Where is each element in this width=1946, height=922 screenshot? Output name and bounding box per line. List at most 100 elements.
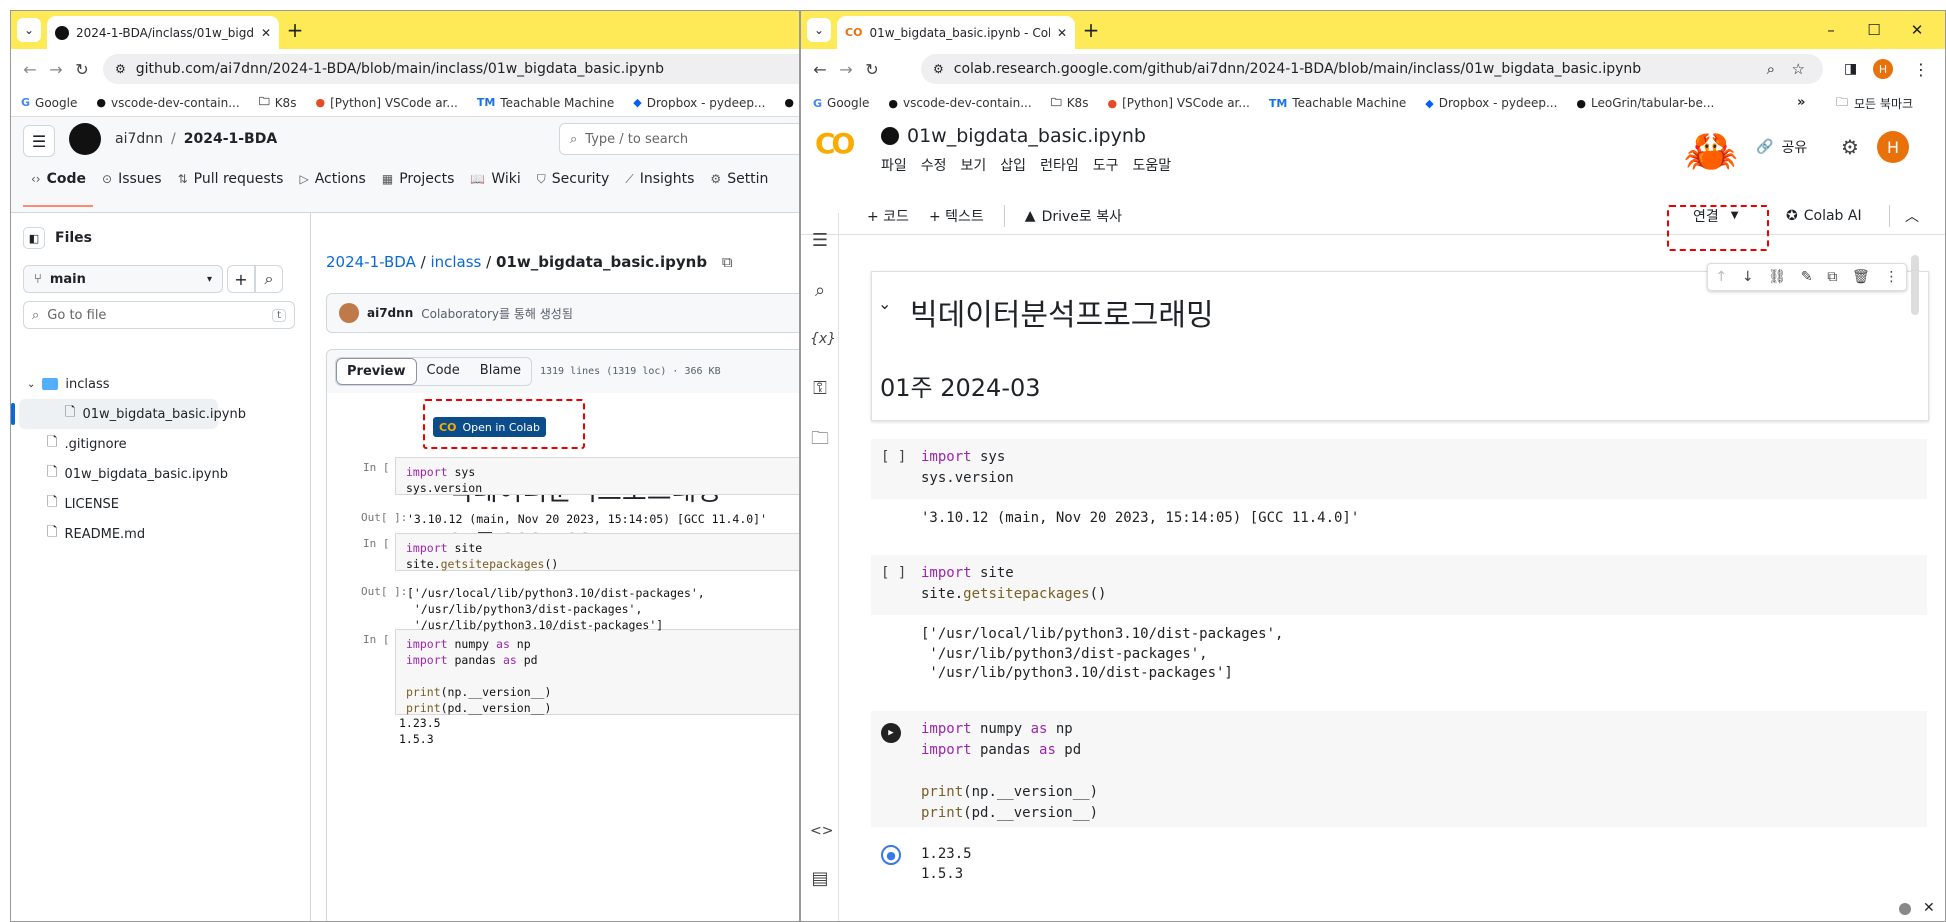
collapse-sidebar-icon[interactable]: ◧ [23,227,45,249]
repo-tab-pull-requests[interactable]: ⇅ Pull requests [170,161,292,197]
search-icon[interactable]: ⌕ [810,281,830,301]
move-down-icon[interactable]: ↓ [1742,269,1754,285]
bookmark-item[interactable]: ● [Python] VSCode ar... [315,96,457,110]
address-bar[interactable]: ⚙ github.com/ai7dnn/2024-1-BDA/blob/main… [103,54,799,84]
mirror-cell-icon[interactable]: ⧉ [1827,269,1837,285]
browser-tab-colab[interactable]: CO 01w_bigdata_basic.ipynb - Col ✕ [837,16,1075,49]
bookmarks-overflow-icon[interactable]: » [1797,95,1805,110]
avatar[interactable] [339,303,359,323]
bookmark-item[interactable]: ● [Python] VSCode ar... [1107,96,1249,110]
text-cell[interactable]: ⌄ 빅데이터분석프로그래밍 01주 2024-03 [871,271,1929,421]
bookmark-star-icon[interactable]: ☆ [1792,60,1805,78]
close-tab-icon[interactable]: ✕ [1057,26,1067,40]
close-tab-icon[interactable]: ✕ [261,26,271,40]
tab-search-button[interactable]: ⌄ [807,18,831,42]
close-window-icon[interactable]: ✕ [1902,21,1932,39]
menu-item[interactable]: 도구 [1093,155,1119,175]
share-button[interactable]: 🔗 공유 [1756,137,1807,157]
menu-item[interactable]: 파일 [881,155,907,175]
code-editor[interactable]: import numpy as np import pandas as pd pr… [921,719,1098,824]
bookmark-item[interactable]: TM Teachable Machine [1269,96,1406,110]
reload-icon[interactable]: ↻ [69,60,95,79]
bookmark-item[interactable]: ● LeoGrin/tabular-be... [1576,96,1714,110]
preview-tab[interactable]: Preview [336,358,417,385]
search-files-button[interactable]: ⌕ [255,265,283,293]
run-cell-bracket[interactable]: [ ] [881,563,906,584]
move-up-icon[interactable]: ↑ [1715,269,1727,285]
repo-tab-security[interactable]: ⛉ Security [529,161,618,197]
bookmark-item[interactable]: ◆ Dropbox - pydeep... [633,96,765,110]
copy-path-icon[interactable]: ⧉ [722,253,733,271]
variables-icon[interactable]: {x} [810,329,836,349]
address-bar[interactable]: ⚙ colab.research.google.com/github/ai7dn… [921,54,1823,84]
site-info-icon[interactable]: ⚙ [933,62,944,76]
profile-avatar[interactable]: H [1873,59,1893,79]
tree-file-gitignore[interactable]: 🗋 .gitignore [11,429,298,459]
repo-tab-issues[interactable]: ⊙ Issues [94,161,170,197]
back-icon[interactable]: ← [17,60,43,79]
repo-name-link[interactable]: 2024-1-BDA [184,131,277,147]
copy-to-drive-button[interactable]: ▲ Drive로 복사 [1025,206,1122,226]
code-cell[interactable]: ▶ import numpy as np import pandas as pd p… [871,711,1927,827]
new-tab-button[interactable]: + [1079,19,1103,41]
close-icon[interactable]: ✕ [1923,900,1935,916]
bookmark-item[interactable]: TM Teachable Machine [477,96,614,110]
tree-file-ipynb[interactable]: 🗋 01w_bigdata_basic.ipynb [11,459,298,489]
avatar[interactable]: H [1877,131,1909,163]
repo-owner-link[interactable]: ai7dnn [115,131,163,147]
browser-tab-github[interactable]: 2024-1-BDA/inclass/01w_bigda ✕ [47,16,279,49]
bookmark-item[interactable]: 🗀 K8s [259,93,297,112]
breadcrumb-repo[interactable]: 2024-1-BDA [326,253,416,271]
add-code-button[interactable]: + 코드 [867,206,909,226]
repo-tab-wiki[interactable]: 📖 Wiki [462,161,528,197]
commit-author[interactable]: ai7dnn [367,306,413,320]
more-vert-icon[interactable]: ⋮ [1885,269,1899,285]
menu-item[interactable]: 삽입 [1000,155,1026,175]
code-editor[interactable]: import site site.getsitepackages() [921,563,1106,605]
site-info-icon[interactable]: ⚙ [115,62,126,76]
side-panel-icon[interactable]: ◨ [1844,61,1857,77]
add-text-button[interactable]: + 텍스트 [929,206,984,226]
repo-tab-insights[interactable]: ⟋ Insights [617,161,702,197]
forward-icon[interactable]: → [43,60,69,79]
breadcrumb-folder[interactable]: inclass [430,253,481,271]
tab-search-button[interactable]: ⌄ [17,18,41,42]
maximize-icon[interactable]: ☐ [1859,21,1889,39]
settings-gear-icon[interactable]: ⚙ [1841,135,1859,159]
notebook-title[interactable]: 01w_bigdata_basic.ipynb [907,125,1146,147]
github-search-input[interactable]: ⌕ Type / to search [559,123,799,155]
bookmark-item[interactable]: 🗀 K8s [1051,94,1089,113]
repo-tab-actions[interactable]: ▷ Actions [291,161,373,197]
bookmark-item[interactable]: ● vscode-dev-contain... [96,96,239,110]
tree-file-active[interactable]: 🗋 01w_bigdata_basic.ipynb [11,399,246,429]
github-logo-icon[interactable] [69,123,101,155]
more-vert-icon[interactable]: ⋮ [1913,60,1929,79]
code-editor[interactable]: import sys sys.version [921,447,1014,489]
code-cell[interactable]: [ ] import site site.getsitepackages() [871,555,1927,615]
collapse-header-icon[interactable]: ︿ [1905,206,1919,226]
table-of-contents-icon[interactable]: ☰ [810,231,830,251]
branch-selector[interactable]: ⑂ main ▾ [23,265,223,293]
repo-tab-projects[interactable]: ▦ Projects [374,161,463,197]
bookmark-item[interactable]: ●LeoGrin/t [784,96,799,110]
edit-pencil-icon[interactable]: ✎ [1801,269,1813,285]
bookmark-item[interactable]: ◆ Dropbox - pydeep... [1425,96,1557,110]
secrets-key-icon[interactable]: ⚿ [810,379,830,399]
code-tab[interactable]: Code [417,358,470,385]
run-cell-bracket[interactable]: [ ] [881,447,906,468]
run-cell-button[interactable]: ▶ [881,723,901,743]
tree-folder-inclass[interactable]: ⌄ inclass [11,369,298,399]
bookmark-item[interactable]: G Google [21,96,77,110]
command-palette-icon[interactable]: ▤ [810,869,830,889]
commit-message[interactable]: Colaboratory를 통해 생성됨 [421,305,573,322]
collapse-section-icon[interactable]: ⌄ [878,294,891,313]
bookmark-item[interactable]: ● vscode-dev-contain... [888,96,1031,110]
back-icon[interactable]: ← [807,60,833,79]
reload-icon[interactable]: ↻ [859,60,885,79]
menu-item[interactable]: 런타임 [1040,155,1079,175]
colab-ai-button[interactable]: ✪ Colab AI [1786,208,1862,224]
hamburger-menu-button[interactable]: ☰ [23,125,55,157]
menu-item[interactable]: 도움말 [1132,155,1171,175]
delete-icon[interactable]: 🗑 [1852,269,1870,285]
code-cell[interactable]: [ ] import sys sys.version [871,439,1927,499]
